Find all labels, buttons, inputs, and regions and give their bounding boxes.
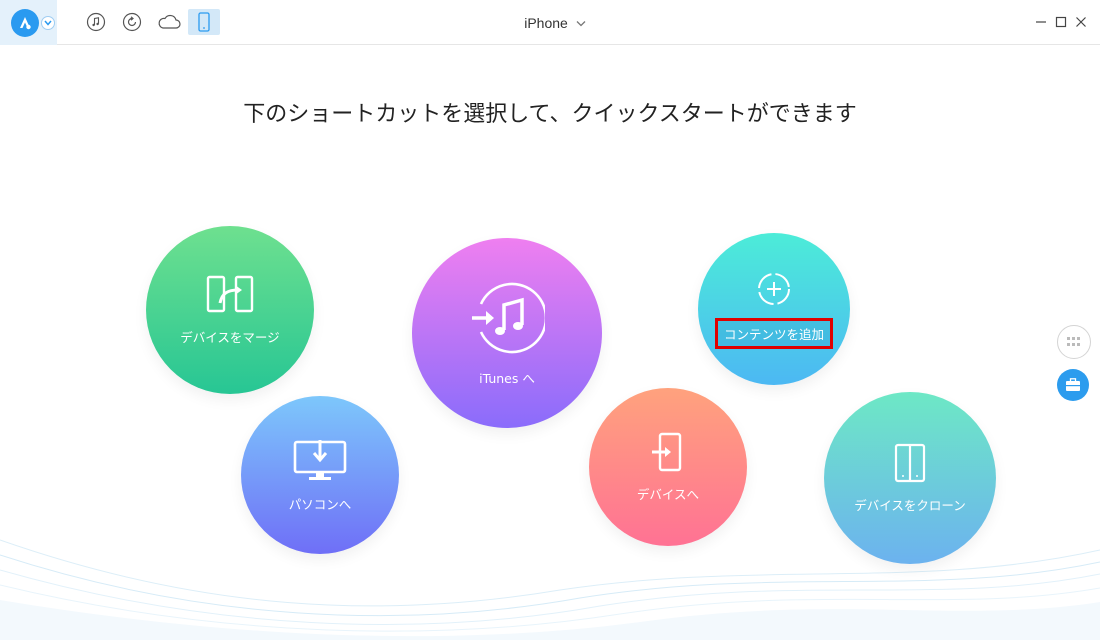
to-pc-label: パソコンへ bbox=[288, 496, 352, 512]
title-bar: iPhone bbox=[0, 0, 1100, 45]
merge-devices-icon bbox=[206, 275, 254, 312]
merge-devices-label: デバイスをマージ bbox=[180, 329, 280, 345]
device-name: iPhone bbox=[524, 15, 568, 31]
grid-icon bbox=[1067, 337, 1080, 346]
device-selector[interactable]: iPhone bbox=[500, 13, 610, 33]
add-content-icon bbox=[758, 272, 790, 305]
app-logo-icon[interactable] bbox=[11, 9, 39, 37]
add-content-button[interactable]: コンテンツを追加 bbox=[698, 233, 850, 385]
to-itunes-label: iTunes へ bbox=[479, 370, 535, 386]
to-device-icon bbox=[652, 432, 682, 471]
computer-download-icon bbox=[293, 439, 347, 480]
music-icon[interactable] bbox=[85, 11, 107, 33]
cloud-icon[interactable] bbox=[156, 11, 182, 33]
toolbox-icon bbox=[1066, 378, 1080, 391]
restore-icon[interactable] bbox=[121, 11, 143, 33]
to-device-button[interactable]: デバイスへ bbox=[589, 388, 747, 546]
clone-device-label: デバイスをクローン bbox=[854, 497, 966, 513]
grid-view-button[interactable] bbox=[1057, 325, 1091, 359]
close-button[interactable] bbox=[1073, 14, 1089, 30]
add-content-label: コンテンツを追加 bbox=[714, 317, 833, 349]
to-pc-button[interactable]: パソコンへ bbox=[241, 396, 399, 554]
minimize-button[interactable] bbox=[1033, 14, 1049, 30]
toolbox-button[interactable] bbox=[1057, 369, 1089, 401]
itunes-icon bbox=[472, 282, 545, 353]
merge-devices-button[interactable]: デバイスをマージ bbox=[146, 226, 314, 394]
to-device-label: デバイスへ bbox=[636, 486, 700, 502]
chevron-down-icon bbox=[576, 20, 586, 26]
to-itunes-button[interactable]: iTunes へ bbox=[412, 238, 602, 428]
maximize-button[interactable] bbox=[1053, 14, 1069, 30]
phone-icon[interactable] bbox=[188, 9, 220, 35]
page-heading: 下のショートカットを選択して、クイックスタートができます bbox=[243, 102, 857, 127]
clone-device-icon bbox=[894, 443, 926, 482]
app-logo-menu[interactable] bbox=[0, 0, 57, 45]
clone-device-button[interactable]: デバイスをクローン bbox=[824, 392, 996, 564]
chevron-down-icon[interactable] bbox=[41, 16, 55, 30]
